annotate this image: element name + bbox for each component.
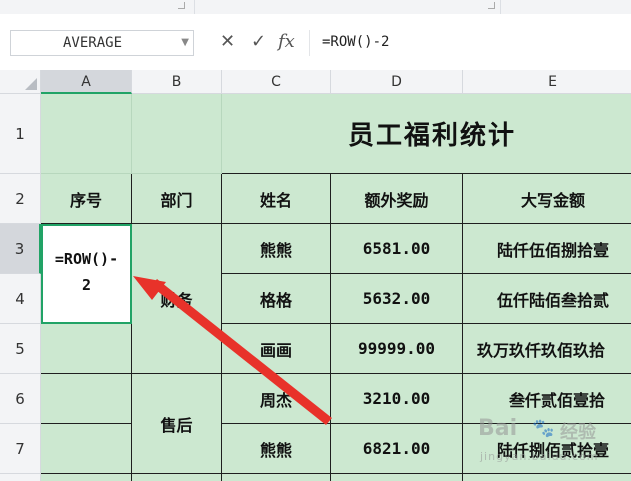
cell-e8[interactable]	[463, 474, 631, 481]
amount-words-cell[interactable]: 伍仟陆佰叁拾贰	[463, 274, 631, 324]
ribbon-edge	[0, 0, 631, 15]
cell-b1[interactable]	[132, 94, 222, 174]
watermark-brand: Bai	[478, 416, 518, 441]
row-header-1[interactable]: 1	[0, 94, 41, 174]
row-header-4[interactable]: 4	[0, 274, 41, 324]
row-header-7[interactable]: 7	[0, 424, 41, 474]
formula-bar: AVERAGE ▼ ✕ ✓ fx =ROW()-2	[0, 14, 631, 72]
header-bonus[interactable]: 额外奖励	[331, 174, 463, 224]
column-header-a[interactable]: A	[41, 70, 132, 94]
bonus-cell[interactable]: 6821.00	[331, 424, 463, 474]
select-all-corner[interactable]	[0, 70, 41, 94]
bonus-cell[interactable]: 3210.00	[331, 374, 463, 424]
editor-line-1: =ROW()-	[54, 250, 119, 268]
cell-c8[interactable]	[222, 474, 331, 481]
formula-input[interactable]: =ROW()-2	[309, 30, 631, 56]
chevron-down-icon[interactable]: ▼	[181, 37, 189, 48]
cell-b8[interactable]	[132, 474, 222, 481]
watermark-url: jingyan.baidu.com	[480, 450, 599, 463]
active-cell-editor[interactable]: =ROW()- 2	[41, 224, 132, 324]
watermark-cn: 经验	[560, 422, 596, 443]
name-box[interactable]: AVERAGE ▼	[10, 30, 194, 56]
editor-line-2: 2	[81, 276, 92, 294]
bonus-cell[interactable]: 99999.00	[331, 324, 463, 374]
row-header-8[interactable]	[0, 474, 41, 481]
name-cell[interactable]: 画画	[222, 324, 331, 374]
cell-a5[interactable]	[41, 324, 132, 374]
name-cell[interactable]: 熊熊	[222, 224, 331, 274]
group-launcher-icon[interactable]	[488, 2, 495, 9]
ribbon-separator	[500, 0, 501, 14]
cell-a1[interactable]	[41, 94, 132, 174]
sheet-title[interactable]: 员工福利统计	[222, 94, 631, 174]
amount-words-cell[interactable]: 陆仟伍佰捌拾壹	[463, 224, 631, 274]
watermark: Bai 🐾 经验 jingyan.baidu.com	[478, 416, 628, 472]
dept-cell-finance[interactable]: 财务	[132, 224, 222, 374]
header-dept[interactable]: 部门	[132, 174, 222, 224]
header-seq[interactable]: 序号	[41, 174, 132, 224]
dept-cell-aftersales[interactable]: 售后	[132, 374, 222, 474]
name-cell[interactable]: 熊熊	[222, 424, 331, 474]
row-header-5[interactable]: 5	[0, 324, 41, 374]
header-name[interactable]: 姓名	[222, 174, 331, 224]
bonus-cell[interactable]: 5632.00	[331, 274, 463, 324]
amount-words-cell[interactable]: 玖万玖仟玖佰玖拾	[463, 324, 631, 374]
enter-icon[interactable]: ✓	[251, 31, 266, 52]
column-header-e[interactable]: E	[463, 70, 631, 94]
cell-a8[interactable]	[41, 474, 132, 481]
group-launcher-icon[interactable]	[178, 2, 185, 9]
name-cell[interactable]: 周杰	[222, 374, 331, 424]
bonus-cell[interactable]: 6581.00	[331, 224, 463, 274]
formula-text: =ROW()-2	[322, 34, 390, 50]
column-header-b[interactable]: B	[132, 70, 222, 94]
name-box-value: AVERAGE	[63, 35, 123, 51]
column-header-c[interactable]: C	[222, 70, 331, 94]
ribbon-separator	[194, 0, 195, 14]
cell-a6[interactable]	[41, 374, 132, 424]
row-header-3[interactable]: 3	[0, 224, 41, 274]
cell-d8[interactable]	[331, 474, 463, 481]
cancel-icon[interactable]: ✕	[220, 31, 235, 52]
row-header-2[interactable]: 2	[0, 174, 41, 224]
name-cell[interactable]: 格格	[222, 274, 331, 324]
cell-a7[interactable]	[41, 424, 132, 474]
column-header-d[interactable]: D	[331, 70, 463, 94]
paw-icon: 🐾	[532, 418, 555, 439]
insert-function-icon[interactable]: fx	[278, 31, 295, 52]
row-header-6[interactable]: 6	[0, 374, 41, 424]
header-amount-words[interactable]: 大写金额	[463, 174, 631, 224]
